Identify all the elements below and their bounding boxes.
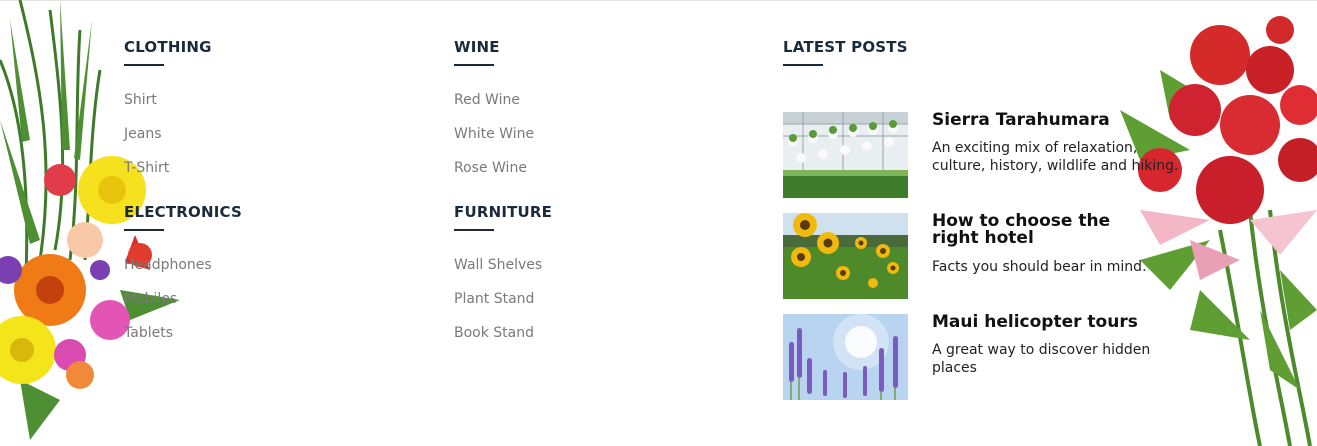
greenhouse-image[interactable] <box>783 112 908 198</box>
lavender-image[interactable] <box>783 314 908 400</box>
link-headphones[interactable]: Headphones <box>124 257 242 291</box>
post-title[interactable]: Maui helicopter tours <box>932 314 1162 331</box>
sunflowers-image[interactable] <box>783 213 908 299</box>
heading-underline <box>124 229 164 231</box>
post-description: A great way to discover hidden places <box>932 342 1151 376</box>
link-wall-shelves[interactable]: Wall Shelves <box>454 257 552 291</box>
footer-column-2: WINE Red Wine White Wine Rose Wine <box>454 38 534 194</box>
latest-posts-header: LATEST POSTS <box>783 38 908 66</box>
footer-column-1-lower: ELECTRONICS Headphones Mobiles Tablets <box>124 203 242 359</box>
link-shirt[interactable]: Shirt <box>124 92 212 126</box>
category-heading: ELECTRONICS <box>124 203 243 221</box>
category-links: Headphones Mobiles Tablets <box>124 257 242 359</box>
heading-underline <box>783 64 823 66</box>
category-links: Shirt Jeans T-Shirt <box>124 92 212 194</box>
category-wine: WINE Red Wine White Wine Rose Wine <box>454 38 534 194</box>
post-title[interactable]: Sierra Tarahumara <box>932 112 1162 129</box>
heading-underline <box>124 64 164 66</box>
footer-column-2-lower: FURNITURE Wall Shelves Plant Stand Book … <box>454 203 552 359</box>
post-item[interactable]: How to choose the right hotel Facts you … <box>783 213 1183 299</box>
post-title[interactable]: How to choose the right hotel <box>932 213 1162 247</box>
category-heading: CLOTHING <box>124 38 212 56</box>
category-furniture: FURNITURE Wall Shelves Plant Stand Book … <box>454 203 552 359</box>
link-red-wine[interactable]: Red Wine <box>454 92 534 126</box>
category-heading: WINE <box>454 38 500 56</box>
link-tablets[interactable]: Tablets <box>124 325 242 359</box>
category-electronics: ELECTRONICS Headphones Mobiles Tablets <box>124 203 242 359</box>
category-links: Red Wine White Wine Rose Wine <box>454 92 534 194</box>
footer-column-1: CLOTHING Shirt Jeans T-Shirt <box>124 38 212 194</box>
post-description: Facts you should bear in mind. <box>932 259 1147 275</box>
category-links: Wall Shelves Plant Stand Book Stand <box>454 257 552 359</box>
link-book-stand[interactable]: Book Stand <box>454 325 552 359</box>
post-description: An exciting mix of relaxation, culture, … <box>932 140 1179 174</box>
link-mobiles[interactable]: Mobiles <box>124 291 242 325</box>
category-clothing: CLOTHING Shirt Jeans T-Shirt <box>124 38 212 194</box>
link-jeans[interactable]: Jeans <box>124 126 212 160</box>
top-divider <box>0 0 1317 1</box>
link-t-shirt[interactable]: T-Shirt <box>124 160 212 194</box>
link-rose-wine[interactable]: Rose Wine <box>454 160 534 194</box>
heading-underline <box>454 229 494 231</box>
post-item[interactable]: Maui helicopter tours A great way to dis… <box>783 314 1183 400</box>
category-heading: FURNITURE <box>454 203 553 221</box>
heading-underline <box>454 64 494 66</box>
post-item[interactable]: Sierra Tarahumara An exciting mix of rel… <box>783 112 1183 198</box>
link-plant-stand[interactable]: Plant Stand <box>454 291 552 325</box>
latest-posts-heading: LATEST POSTS <box>783 38 908 56</box>
link-white-wine[interactable]: White Wine <box>454 126 534 160</box>
